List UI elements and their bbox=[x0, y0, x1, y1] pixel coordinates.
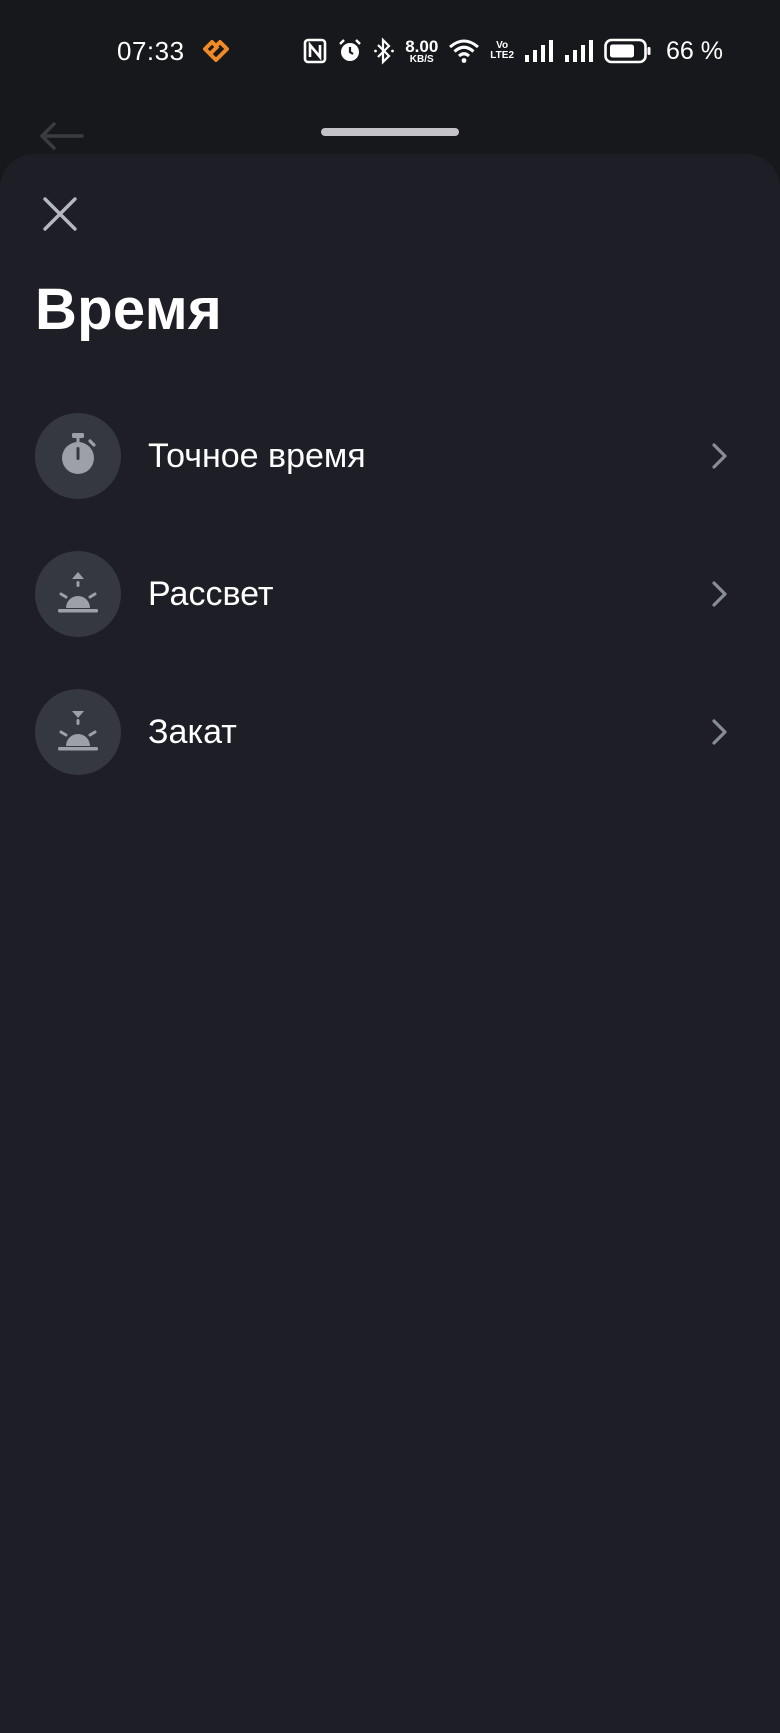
network-speed: 8.00 KB/S bbox=[405, 38, 438, 65]
drag-handle[interactable] bbox=[321, 128, 459, 136]
list-item-label: Точное время bbox=[148, 437, 366, 475]
signal-icon bbox=[564, 39, 594, 63]
list-item-label: Закат bbox=[148, 713, 237, 751]
alarm-icon bbox=[337, 38, 363, 64]
volte-indicator: Vo LTE2 bbox=[490, 40, 515, 62]
page-title: Время bbox=[35, 277, 223, 342]
bluetooth-icon bbox=[373, 37, 395, 65]
app-notification-icon bbox=[202, 39, 230, 63]
close-icon bbox=[41, 195, 79, 238]
list-item-exact-time[interactable]: Точное время bbox=[0, 410, 780, 548]
chevron-right-icon bbox=[708, 442, 732, 470]
item-icon-circle bbox=[35, 689, 121, 775]
list-item-sunrise[interactable]: Рассвет bbox=[0, 548, 780, 686]
sunrise-icon bbox=[55, 570, 101, 619]
list-item-sunset[interactable]: Закат bbox=[0, 686, 780, 824]
item-icon-circle bbox=[35, 551, 121, 637]
nfc-icon bbox=[303, 38, 327, 64]
arrow-left-icon[interactable] bbox=[36, 120, 84, 152]
battery-percent: 66 % bbox=[666, 36, 723, 65]
battery-icon bbox=[604, 38, 652, 64]
chevron-right-icon bbox=[708, 718, 732, 746]
time-options-list: Точное время Рассвет Закат bbox=[0, 410, 780, 824]
signal-icon bbox=[524, 39, 554, 63]
status-icons: 8.00 KB/S Vo LTE2 66 % bbox=[303, 36, 723, 66]
network-speed-unit: KB/S bbox=[409, 53, 434, 65]
wifi-icon bbox=[448, 38, 480, 64]
sunset-icon bbox=[55, 708, 101, 757]
status-time: 07:33 bbox=[117, 36, 185, 66]
status-bar: 07:33 8.00 KB/S Vo LTE2 66 % bbox=[0, 0, 780, 72]
chevron-right-icon bbox=[708, 580, 732, 608]
screen: 07:33 8.00 KB/S Vo LTE2 66 % Время Точно… bbox=[0, 0, 780, 1733]
stopwatch-icon bbox=[56, 431, 100, 482]
volte-bottom: LTE2 bbox=[490, 50, 515, 61]
item-icon-circle bbox=[35, 413, 121, 499]
network-speed-value: 8.00 bbox=[405, 36, 439, 56]
close-button[interactable] bbox=[36, 192, 84, 240]
list-item-label: Рассвет bbox=[148, 575, 274, 613]
bottom-sheet bbox=[0, 154, 780, 1733]
